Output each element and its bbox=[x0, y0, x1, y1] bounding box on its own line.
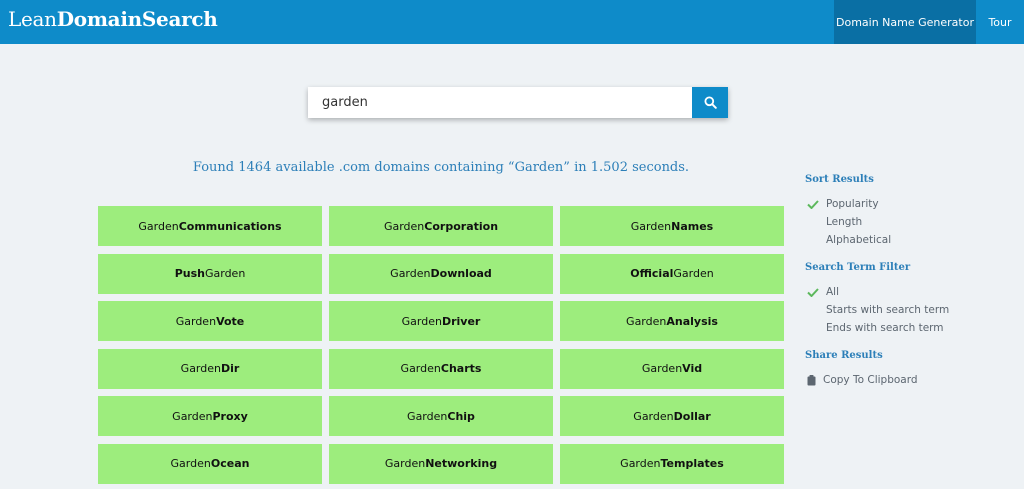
logo-bold-text: DomainSearch bbox=[56, 7, 218, 31]
domain-keyword: Driver bbox=[441, 314, 481, 328]
domain-keyword: Vote bbox=[216, 314, 245, 328]
filter-option-starts-with[interactable]: Starts with search term bbox=[826, 304, 949, 316]
domain-result-tile[interactable]: Garden Vid bbox=[560, 348, 784, 389]
check-icon bbox=[807, 200, 819, 209]
domain-result-tile[interactable]: Garden Analysis bbox=[560, 301, 784, 341]
domain-result-tile[interactable]: Garden Templates bbox=[560, 443, 784, 484]
domain-prefix: Garden bbox=[407, 409, 448, 423]
domain-result-tile[interactable]: Garden Networking bbox=[329, 443, 553, 484]
domain-keyword: Vid bbox=[682, 362, 703, 375]
search-bar bbox=[308, 87, 728, 118]
domain-keyword: Analysis bbox=[666, 314, 718, 328]
share-results-heading: Share Results bbox=[805, 350, 883, 361]
domain-result-tile[interactable]: Garden Vote bbox=[98, 301, 322, 341]
filter-option-all[interactable]: All bbox=[826, 286, 839, 298]
domain-keyword: Chip bbox=[447, 409, 475, 423]
domain-prefix: Garden bbox=[383, 219, 425, 233]
domain-prefix: Garden bbox=[626, 314, 667, 328]
sort-option-length[interactable]: Length bbox=[826, 216, 862, 228]
domain-prefix: Garden bbox=[384, 457, 426, 470]
nav-tour[interactable]: Tour bbox=[976, 0, 1024, 44]
domain-prefix: Garden bbox=[401, 314, 442, 328]
check-icon bbox=[807, 288, 819, 297]
domain-result-tile[interactable]: Garden Dir bbox=[98, 348, 322, 389]
logo-light-text: Lean bbox=[8, 7, 57, 31]
sort-option-popularity[interactable]: Popularity bbox=[826, 198, 879, 210]
domain-result-tile[interactable]: Push Garden bbox=[98, 253, 322, 294]
domain-result-tile[interactable]: Official Garden bbox=[560, 253, 784, 294]
filter-option-ends-with[interactable]: Ends with search term bbox=[826, 322, 944, 334]
domain-result-tile[interactable]: Garden Download bbox=[329, 253, 553, 294]
domain-prefix: Garden bbox=[138, 219, 179, 233]
domain-prefix: Garden bbox=[630, 219, 672, 233]
domain-result-tile[interactable]: Garden Dollar bbox=[560, 396, 784, 436]
domain-prefix: Garden bbox=[400, 362, 441, 375]
search-term-filter-heading: Search Term Filter bbox=[805, 262, 911, 273]
domain-prefix: Garden bbox=[175, 314, 217, 328]
domain-keyword: Download bbox=[430, 267, 492, 280]
copy-to-clipboard-link[interactable]: Copy To Clipboard bbox=[823, 374, 918, 386]
domain-result-tile[interactable]: Garden Names bbox=[560, 206, 784, 246]
domain-prefix: Garden bbox=[390, 267, 431, 280]
domain-suffix: Garden bbox=[204, 267, 246, 280]
clipboard-icon bbox=[807, 375, 816, 386]
sort-results-heading: Sort Results bbox=[805, 174, 874, 185]
domain-keyword: Templates bbox=[660, 457, 724, 470]
domain-prefix: Garden bbox=[620, 457, 661, 470]
domain-keyword: Networking bbox=[425, 457, 498, 470]
domain-keyword: Ocean bbox=[210, 457, 250, 470]
domain-prefix: Garden bbox=[633, 409, 674, 423]
domain-prefix: Garden bbox=[172, 409, 213, 423]
search-icon bbox=[704, 96, 717, 109]
domain-result-tile[interactable]: Garden Driver bbox=[329, 301, 553, 341]
site-logo[interactable]: LeanDomainSearch bbox=[8, 7, 218, 31]
domain-result-tile[interactable]: Garden Chip bbox=[329, 396, 553, 436]
search-input[interactable] bbox=[308, 87, 692, 118]
results-grid: Garden Communications Garden Corporation Gar… bbox=[98, 206, 784, 489]
nav-domain-name-generator[interactable]: Domain Name Generator bbox=[834, 0, 976, 44]
domain-prefix: Garden bbox=[641, 362, 683, 375]
top-navbar: LeanDomainSearch Domain Name Generator T… bbox=[0, 0, 1024, 44]
domain-result-tile[interactable]: Garden Charts bbox=[329, 348, 553, 389]
domain-suffix: Garden bbox=[673, 267, 714, 280]
domain-keyword: Names bbox=[671, 219, 714, 233]
domain-keyword: Push bbox=[174, 267, 205, 280]
domain-keyword: Proxy bbox=[212, 409, 248, 423]
search-button[interactable] bbox=[692, 87, 728, 118]
results-summary: Found 1464 available .com domains contai… bbox=[192, 160, 690, 175]
domain-keyword: Charts bbox=[440, 362, 482, 375]
domain-keyword: Communications bbox=[178, 219, 282, 233]
domain-prefix: Garden bbox=[180, 362, 221, 375]
domain-keyword: Official bbox=[630, 267, 674, 280]
domain-keyword: Corporation bbox=[424, 219, 499, 233]
domain-result-tile[interactable]: Garden Proxy bbox=[98, 396, 322, 436]
domain-keyword: Dollar bbox=[673, 409, 711, 423]
domain-result-tile[interactable]: Garden Communications bbox=[98, 206, 322, 246]
domain-keyword: Dir bbox=[221, 362, 240, 375]
domain-result-tile[interactable]: Garden Ocean bbox=[98, 443, 322, 484]
sort-option-alphabetical[interactable]: Alphabetical bbox=[826, 234, 891, 246]
domain-result-tile[interactable]: Garden Corporation bbox=[329, 206, 553, 246]
domain-prefix: Garden bbox=[170, 457, 211, 470]
